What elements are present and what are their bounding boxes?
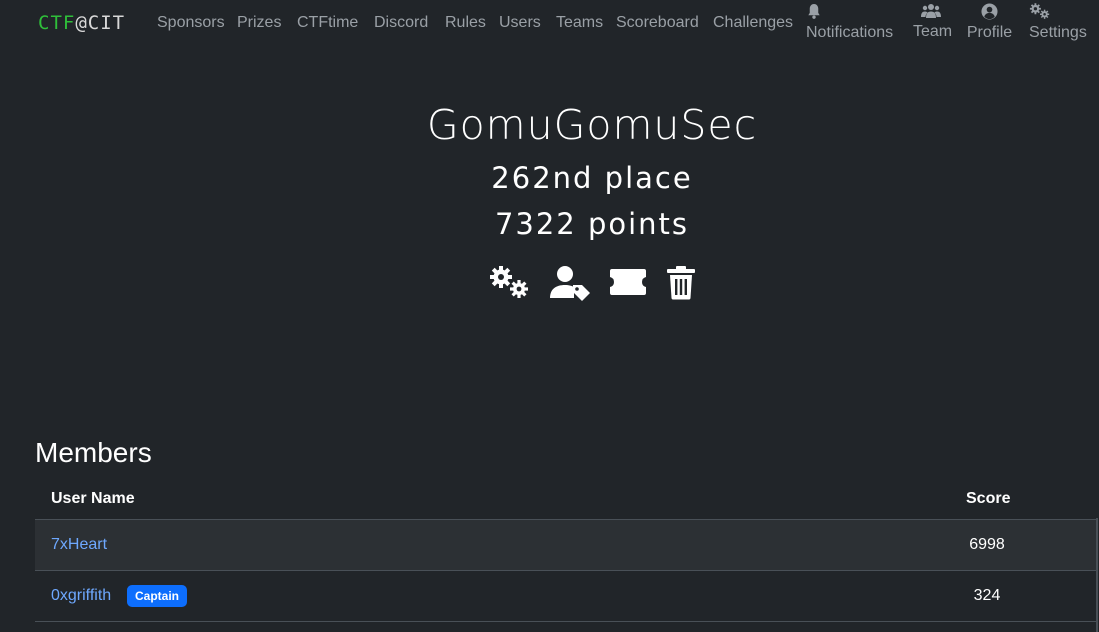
member-link[interactable]: 7xHeart [51,536,107,554]
brand-suffix: @CIT [75,12,126,34]
settings-label: Settings [1029,24,1087,41]
captain-badge: Captain [127,585,188,607]
users-icon [921,4,941,18]
nav-link-notifications[interactable]: Notifications [806,3,893,42]
ticket-icon [610,269,646,295]
nav-link-profile[interactable]: Profile [966,3,1013,42]
members-heading: Members [35,437,152,468]
nav-link-users[interactable]: Users [499,14,541,32]
notifications-label: Notifications [806,24,894,41]
brand-logo[interactable]: CTF@CIT [38,12,125,34]
team-place: 262nd place [491,161,693,195]
member-score: 6998 [969,536,1005,553]
team-label: Team [913,23,953,40]
team-settings-button[interactable] [489,265,531,306]
user-tag-icon [550,266,590,301]
team-name: GomuGomuSec [426,101,758,149]
column-header-user-name[interactable]: User Name [51,490,135,508]
column-header-score[interactable]: Score [966,490,1010,508]
user-circle-icon [981,3,998,20]
table-scroll-edge [1096,518,1098,632]
table-header: User Name Score [35,478,1097,520]
bell-icon [808,3,820,19]
nav-link-settings[interactable]: Settings [1029,3,1087,42]
team-invite-button[interactable] [609,268,647,301]
navbar: CTF@CIT Sponsors Prizes CTFtime Discord … [0,0,1099,50]
nav-link-rules[interactable]: Rules [445,14,486,32]
table-row: 7xHeart 6998 [35,520,1097,571]
nav-link-teams[interactable]: Teams [556,14,603,32]
nav-link-discord[interactable]: Discord [374,14,428,32]
nav-link-challenges[interactable]: Challenges [713,14,793,32]
nav-link-team[interactable]: Team [913,3,953,41]
profile-label: Profile [966,24,1013,41]
member-link[interactable]: 0xgriffith [51,587,111,605]
transfer-captain-button[interactable] [549,265,591,306]
table-row: 0xgriffith Captain 324 [35,571,1097,622]
member-score: 324 [973,587,1001,604]
team-points: 7322 points [494,207,690,241]
nav-link-sponsors[interactable]: Sponsors [157,14,225,32]
cogs-icon [1029,3,1050,19]
nav-link-prizes[interactable]: Prizes [237,14,281,32]
brand-prefix: CTF [38,12,76,34]
nav-link-ctftime[interactable]: CTFtime [297,14,358,32]
disband-team-button[interactable] [667,266,695,305]
trash-icon [667,266,695,300]
nav-link-scoreboard[interactable]: Scoreboard [616,14,699,32]
cogs-icon [490,266,528,298]
